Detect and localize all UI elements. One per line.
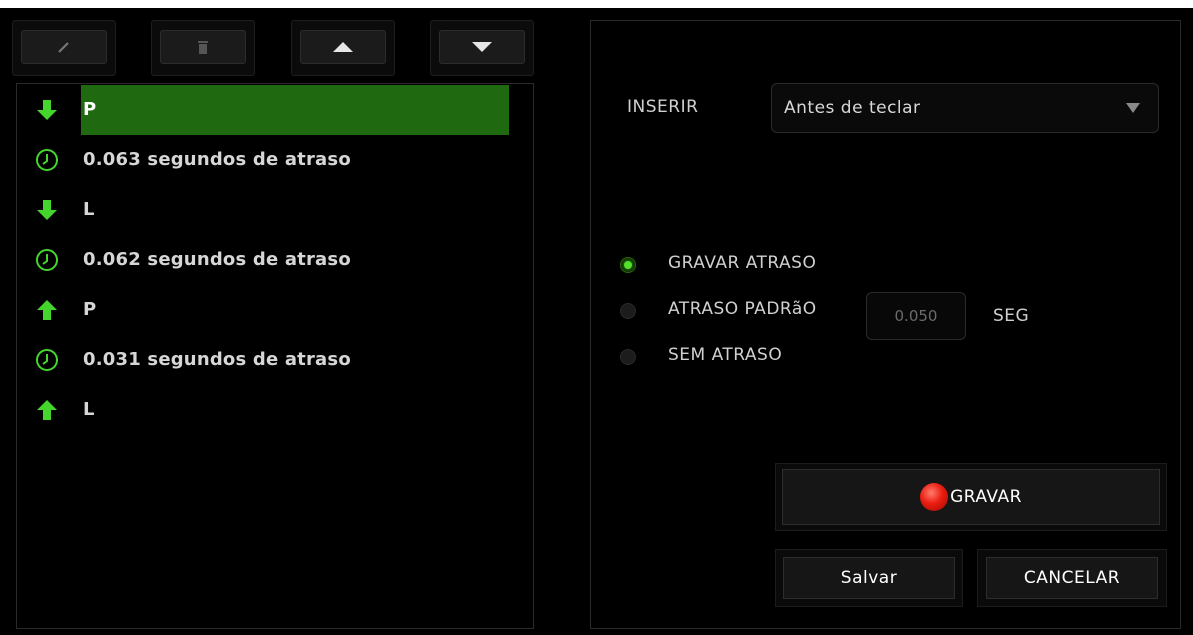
record-delay-radio[interactable] — [620, 257, 636, 273]
move-down-button[interactable] — [439, 30, 525, 64]
default-delay-label: ATRASO PADRãO — [668, 299, 817, 319]
arrow-down-icon — [472, 42, 492, 52]
save-button-label: Salvar — [840, 568, 898, 588]
list-item[interactable]: P — [17, 85, 517, 135]
list-item[interactable]: 0.062 segundos de atraso — [17, 235, 517, 285]
list-item[interactable]: 0.063 segundos de atraso — [17, 135, 517, 185]
list-item[interactable]: L — [17, 385, 517, 435]
list-item-label: 0.062 segundos de atraso — [83, 249, 351, 270]
record-button-label: GRAVAR — [950, 487, 1022, 507]
record-delay-label: GRAVAR ATRASO — [668, 253, 817, 273]
clock-icon — [36, 149, 58, 171]
list-item-label: L — [83, 399, 95, 420]
seconds-unit-label: SEG — [993, 306, 1030, 326]
delete-button-frame — [151, 20, 255, 76]
cancel-button[interactable]: CANCELAR — [986, 557, 1158, 599]
list-item-label: 0.031 segundos de atraso — [83, 349, 351, 370]
edit-icon — [58, 42, 69, 53]
arrow-up-icon — [333, 42, 353, 52]
list-item-label: L — [83, 199, 95, 220]
list-item[interactable]: 0.031 segundos de atraso — [17, 335, 517, 385]
move-down-button-frame — [430, 20, 534, 76]
macro-toolbar — [12, 20, 534, 76]
macro-event-list: P 0.063 segundos de atraso L 0.062 segun… — [16, 83, 534, 629]
edit-button[interactable] — [21, 30, 107, 64]
list-item[interactable]: L — [17, 185, 517, 235]
move-up-button[interactable] — [300, 30, 386, 64]
list-item-label: P — [83, 299, 97, 320]
chevron-down-icon — [1126, 103, 1140, 113]
no-delay-label: SEM ATRASO — [668, 345, 783, 365]
insert-label: INSERIR — [627, 97, 699, 117]
cancel-button-label: CANCELAR — [1023, 568, 1121, 588]
macro-editor: P 0.063 segundos de atraso L 0.062 segun… — [0, 8, 1193, 635]
key-up-arrow-icon — [37, 300, 57, 320]
key-down-arrow-icon — [37, 200, 57, 220]
edit-button-frame — [12, 20, 116, 76]
delete-button[interactable] — [160, 30, 246, 64]
clock-icon — [36, 249, 58, 271]
list-item-label: 0.063 segundos de atraso — [83, 149, 351, 170]
move-up-button-frame — [291, 20, 395, 76]
default-delay-input[interactable]: 0.050 — [866, 292, 966, 340]
key-down-arrow-icon — [37, 100, 57, 120]
macro-settings-panel: INSERIR Antes de teclar GRAVAR ATRASO AT… — [590, 20, 1181, 629]
trash-icon — [198, 41, 208, 54]
list-item[interactable]: P — [17, 285, 517, 335]
key-up-arrow-icon — [37, 400, 57, 420]
record-button[interactable]: GRAVAR — [782, 469, 1160, 525]
insert-position-dropdown[interactable]: Antes de teclar — [771, 83, 1159, 133]
save-button[interactable]: Salvar — [783, 557, 955, 599]
default-delay-radio[interactable] — [620, 303, 636, 319]
clock-icon — [36, 349, 58, 371]
insert-position-value: Antes de teclar — [784, 98, 921, 118]
no-delay-radio[interactable] — [620, 349, 636, 365]
record-icon — [920, 483, 949, 511]
list-item-label: P — [83, 99, 97, 120]
selection-highlight — [81, 85, 509, 135]
